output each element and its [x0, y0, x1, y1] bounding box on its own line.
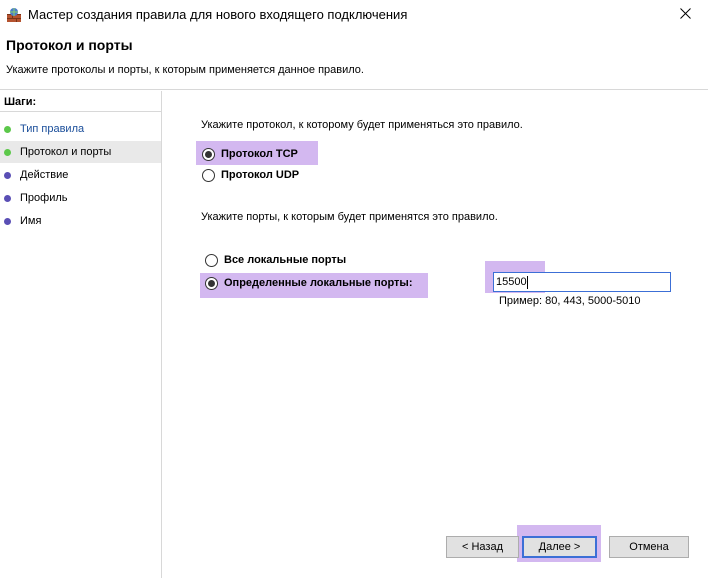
close-button[interactable]: [662, 0, 708, 30]
main-content: Укажите протокол, к которому будет приме…: [163, 91, 708, 578]
all-ports-label[interactable]: Все локальные порты: [224, 254, 346, 266]
step-pending-dot-icon: [4, 217, 11, 225]
step-action: Действие: [0, 164, 161, 186]
text-cursor: [526, 275, 528, 289]
step-label: Протокол и порты: [20, 146, 112, 158]
close-icon: [679, 8, 691, 22]
page-header: Протокол и порты Укажите протоколы и пор…: [0, 30, 708, 90]
firewall-icon: [6, 7, 22, 23]
all-ports-radio[interactable]: [205, 254, 218, 267]
steps-pane: Шаги: Тип правила Протокол и порты Дейст…: [0, 91, 162, 578]
step-profile: Профиль: [0, 187, 161, 209]
page-title: Протокол и порты: [6, 37, 133, 53]
step-name: Имя: [0, 210, 161, 232]
tcp-label[interactable]: Протокол TCP: [221, 148, 298, 160]
back-button[interactable]: < Назад: [446, 536, 519, 558]
step-protocol-ports[interactable]: Протокол и порты: [0, 141, 161, 163]
step-label: Профиль: [20, 192, 68, 204]
specific-ports-label[interactable]: Определенные локальные порты:: [224, 277, 412, 289]
ports-input-value: 15500: [496, 276, 527, 288]
step-done-dot-icon: [4, 125, 11, 133]
steps-title: Шаги:: [4, 96, 37, 108]
ports-input[interactable]: 15500: [493, 272, 671, 292]
step-pending-dot-icon: [4, 171, 11, 179]
page-description: Укажите протоколы и порты, к которым при…: [6, 64, 364, 76]
step-label: Тип правила: [20, 123, 85, 135]
next-button[interactable]: Далее >: [522, 536, 597, 558]
window-title: Мастер создания правила для нового входя…: [28, 7, 408, 22]
step-label: Имя: [20, 215, 42, 227]
ports-example: Пример: 80, 443, 5000-5010: [499, 295, 641, 307]
udp-label[interactable]: Протокол UDP: [221, 169, 299, 181]
step-label: Действие: [20, 169, 69, 181]
divider: [0, 111, 161, 112]
step-rule-type[interactable]: Тип правила: [0, 118, 161, 140]
step-pending-dot-icon: [4, 194, 11, 202]
tcp-radio[interactable]: [202, 148, 215, 161]
udp-radio[interactable]: [202, 169, 215, 182]
title-bar: Мастер создания правила для нового входя…: [0, 0, 708, 30]
ports-prompt: Укажите порты, к которым будет применятс…: [201, 211, 498, 223]
cancel-button[interactable]: Отмена: [609, 536, 689, 558]
specific-ports-radio[interactable]: [205, 277, 218, 290]
step-done-dot-icon: [4, 148, 11, 156]
protocol-prompt: Укажите протокол, к которому будет приме…: [201, 119, 523, 131]
